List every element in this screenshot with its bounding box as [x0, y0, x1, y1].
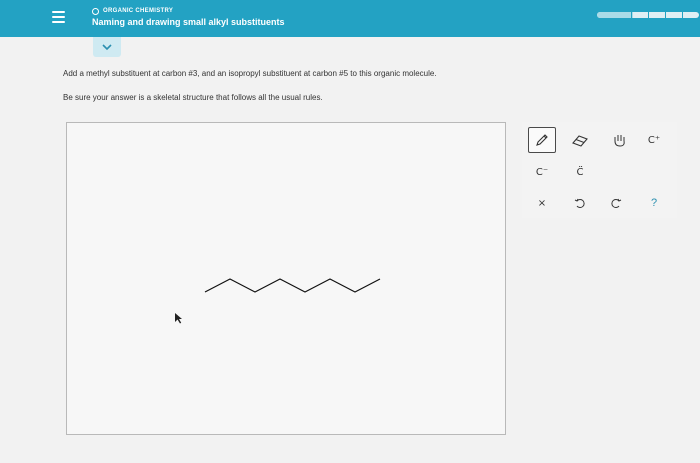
- progress-divider: [648, 12, 649, 18]
- help-icon: ?: [650, 197, 658, 209]
- question-instruction: Add a methyl substituent at carbon #3, a…: [63, 69, 437, 78]
- carbocation-label: C⁺: [647, 134, 661, 146]
- carbanion-tool-button[interactable]: C⁻: [528, 159, 556, 185]
- drawing-canvas[interactable]: [66, 122, 506, 435]
- eraser-icon: [572, 135, 588, 147]
- pencil-icon: [536, 134, 548, 146]
- progress-fill: [597, 12, 633, 18]
- expand-dropdown-button[interactable]: [93, 37, 121, 57]
- course-row: ORGANIC CHEMISTRY: [92, 6, 173, 16]
- menu-icon[interactable]: [52, 11, 65, 23]
- carbanion-label: C⁻: [535, 166, 549, 178]
- hand-icon: [614, 135, 625, 147]
- topic-status-icon: [92, 7, 99, 15]
- carbocation-tool-button[interactable]: C⁺: [640, 127, 668, 153]
- help-button[interactable]: ?: [640, 190, 668, 216]
- clear-button[interactable]: ×: [528, 190, 556, 216]
- page-title: Naming and drawing small alkyl substitue…: [92, 17, 285, 27]
- progress-divider: [665, 12, 666, 18]
- question-note: Be sure your answer is a skeletal struct…: [63, 93, 323, 102]
- pencil-tool-button[interactable]: [528, 127, 556, 153]
- lone-pair-label: C̈: [576, 166, 584, 178]
- progress-bar: [597, 12, 699, 18]
- chevron-down-icon: [102, 43, 112, 50]
- undo-icon: [574, 198, 585, 208]
- course-label: ORGANIC CHEMISTRY: [103, 8, 174, 14]
- undo-button[interactable]: [566, 190, 594, 216]
- redo-icon: [611, 198, 622, 208]
- redo-button[interactable]: [602, 190, 630, 216]
- top-header-bar: ORGANIC CHEMISTRY Naming and drawing sma…: [0, 0, 700, 37]
- hand-tool-button[interactable]: [606, 127, 634, 153]
- drawing-toolbar: C⁺ C⁻ C̈ × ?: [522, 122, 677, 218]
- progress-divider: [682, 12, 683, 18]
- progress-divider: [631, 12, 632, 18]
- molecule-skeleton[interactable]: [67, 123, 507, 436]
- close-icon: ×: [537, 197, 547, 209]
- lone-pair-tool-button[interactable]: C̈: [566, 159, 594, 185]
- eraser-tool-button[interactable]: [566, 127, 594, 153]
